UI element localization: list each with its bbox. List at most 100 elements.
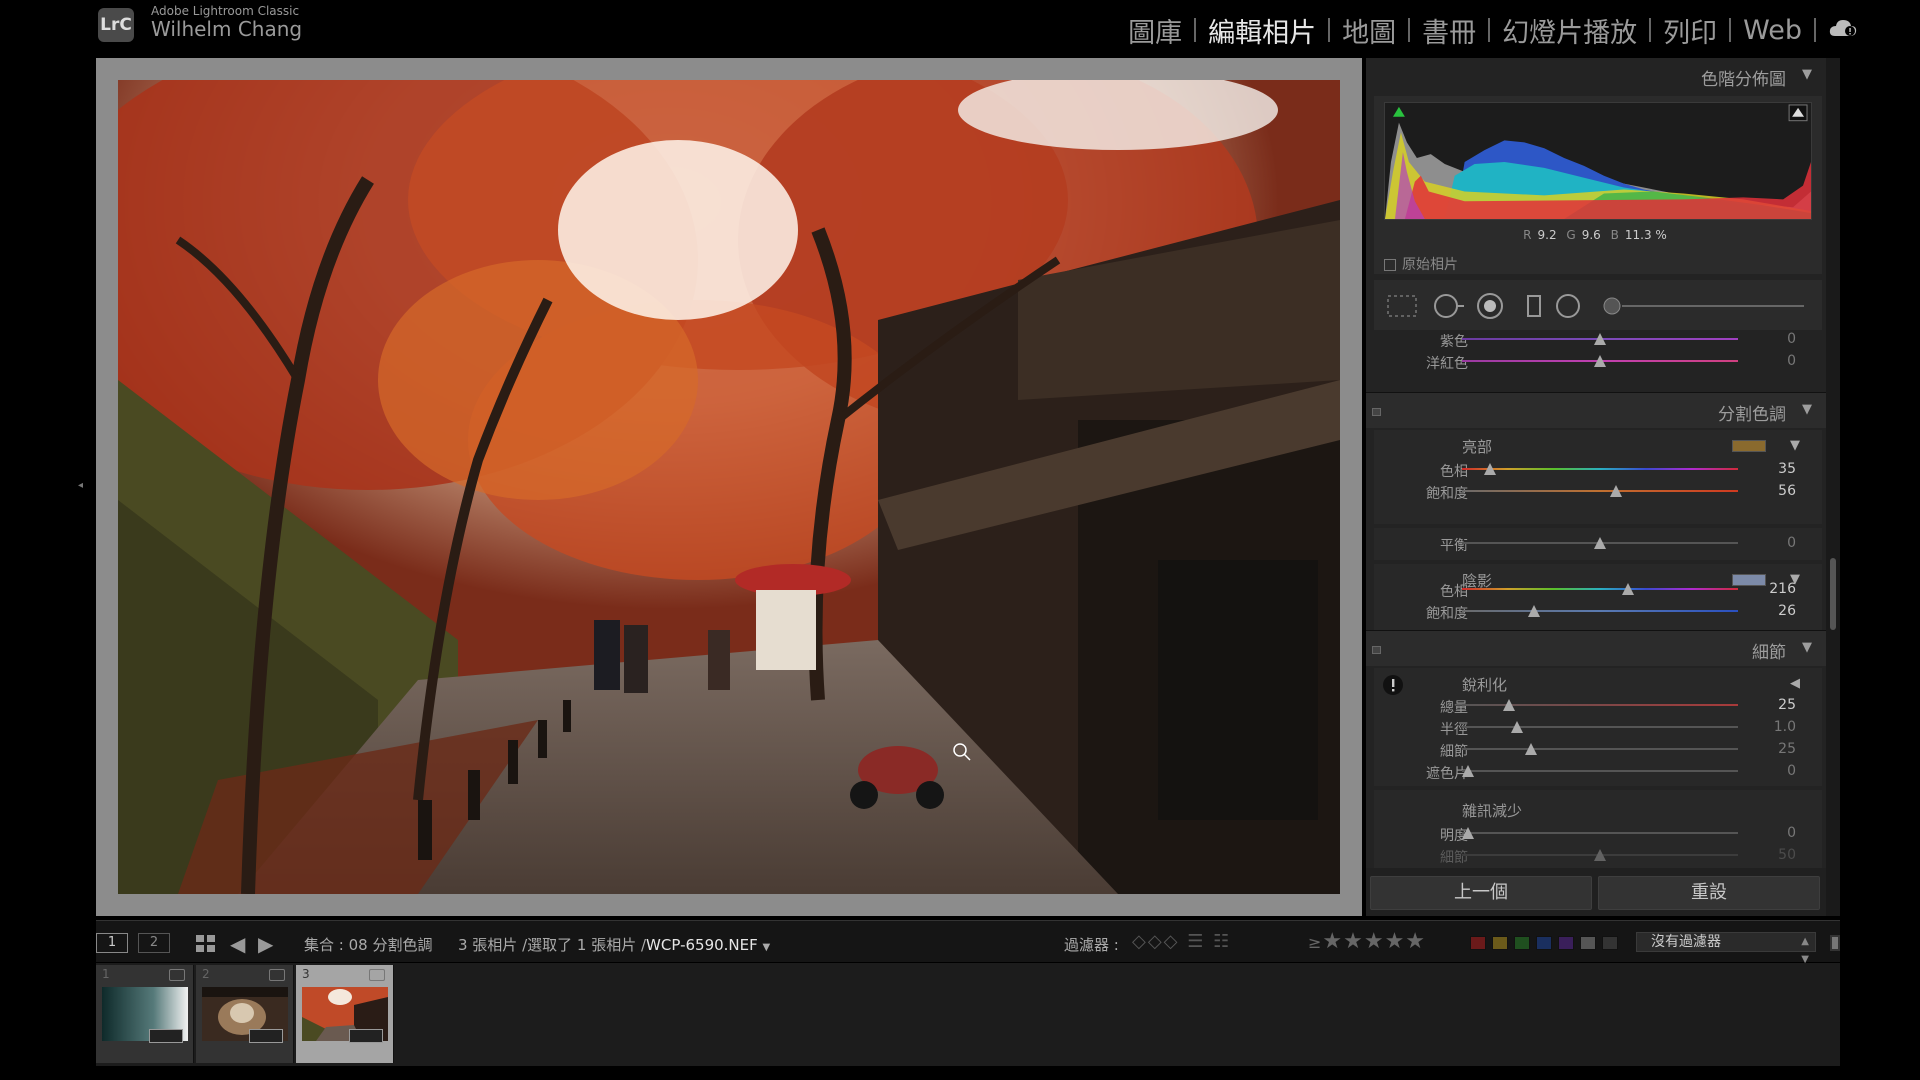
- module-print[interactable]: 列印: [1651, 11, 1729, 50]
- filmstrip-cell[interactable]: 1: [96, 965, 194, 1063]
- rating-filter[interactable]: ≥★★★★★: [1308, 929, 1426, 954]
- primary-window-button[interactable]: 1: [96, 933, 128, 953]
- red-eye-icon[interactable]: [1477, 293, 1503, 319]
- histogram-graph[interactable]: [1384, 102, 1812, 220]
- slider-track[interactable]: [1462, 770, 1738, 772]
- secondary-window-button[interactable]: 2: [138, 933, 170, 953]
- collapse-triangle-icon[interactable]: ▼: [1802, 402, 1812, 417]
- sharpen-amount-row[interactable]: 總量 25: [1366, 694, 1826, 716]
- cloud-sync-icon[interactable]: [1828, 18, 1858, 38]
- slider-knob[interactable]: [1594, 849, 1606, 861]
- panel-toggle-switch[interactable]: [1372, 408, 1381, 416]
- current-filename[interactable]: WCP-6590.NEF: [646, 936, 758, 954]
- collection-source[interactable]: 集合 : 08 分割色調: [304, 934, 432, 955]
- shadows-saturation-row[interactable]: 飽和度 26: [1366, 600, 1826, 622]
- panel-toggle-switch[interactable]: [1372, 646, 1381, 654]
- color-picker-triangle-icon[interactable]: ▼: [1790, 438, 1800, 453]
- next-photo-arrow-icon[interactable]: ▶: [258, 932, 273, 956]
- purple-label-filter[interactable]: [1558, 936, 1574, 950]
- slider-track[interactable]: [1462, 588, 1738, 590]
- warning-icon[interactable]: [1382, 674, 1404, 696]
- module-develop[interactable]: 編輯相片: [1196, 11, 1328, 50]
- slider-knob[interactable]: [1462, 765, 1474, 777]
- identity-plate[interactable]: Wilhelm Chang: [151, 17, 302, 41]
- slider-value[interactable]: 25: [1778, 697, 1796, 713]
- slider-value[interactable]: 0: [1787, 331, 1796, 347]
- collapse-triangle-icon[interactable]: ▼: [1802, 640, 1812, 655]
- blue-label-filter[interactable]: [1536, 936, 1552, 950]
- sharpen-masking-row[interactable]: 遮色片 0: [1366, 760, 1826, 782]
- slider-value[interactable]: 50: [1778, 847, 1796, 863]
- highlights-hue-row[interactable]: 色相 35: [1366, 458, 1826, 480]
- slider-knob[interactable]: [1528, 605, 1540, 617]
- grid-view-icon[interactable]: [196, 935, 216, 953]
- slider-value[interactable]: 35: [1778, 461, 1796, 477]
- slider-value[interactable]: 216: [1769, 581, 1796, 597]
- slider-track[interactable]: [1462, 832, 1738, 834]
- slider-value[interactable]: 0: [1787, 535, 1796, 551]
- histogram-header[interactable]: 色階分佈圖 ▼: [1366, 58, 1826, 94]
- luminance-nr-row[interactable]: 明度 0: [1366, 822, 1826, 844]
- slider-knob[interactable]: [1525, 743, 1537, 755]
- previous-photo-arrow-icon[interactable]: ◀: [230, 932, 245, 956]
- module-map[interactable]: 地圖: [1330, 11, 1408, 50]
- filter-preset-select[interactable]: 沒有過濾器 ▲ ▼: [1636, 932, 1816, 965]
- reset-button[interactable]: 重設: [1598, 876, 1820, 910]
- adjustment-brush-icon[interactable]: [1603, 297, 1804, 315]
- custom-label-filter[interactable]: [1580, 936, 1596, 950]
- highlights-saturation-row[interactable]: 飽和度 56: [1366, 480, 1826, 502]
- filmstrip-cell[interactable]: 2: [196, 965, 294, 1063]
- slider-track[interactable]: [1462, 748, 1738, 750]
- slider-track[interactable]: [1462, 610, 1738, 612]
- filmstrip-cell-selected[interactable]: 3: [296, 965, 394, 1063]
- slider-knob[interactable]: [1594, 333, 1606, 345]
- hsl-row-magenta[interactable]: 洋紅色 0: [1366, 350, 1826, 372]
- module-library[interactable]: 圖庫: [1116, 11, 1194, 50]
- slider-knob[interactable]: [1462, 827, 1474, 839]
- balance-row[interactable]: 平衡 0: [1366, 532, 1826, 554]
- left-panel-toggle-icon[interactable]: ◂: [78, 480, 86, 496]
- panel-scrollbar[interactable]: [1826, 58, 1840, 916]
- green-label-filter[interactable]: [1514, 936, 1530, 950]
- collapse-triangle-icon[interactable]: ▼: [1802, 67, 1812, 82]
- slider-knob[interactable]: [1610, 485, 1622, 497]
- graduated-filter-icon[interactable]: [1527, 295, 1541, 317]
- slider-track[interactable]: [1462, 468, 1738, 470]
- module-slideshow[interactable]: 幻燈片播放: [1490, 11, 1649, 50]
- original-photo-checkbox[interactable]: [1384, 259, 1396, 271]
- photo-count-info[interactable]: 3 張相片 /選取了 1 張相片 /WCP-6590.NEF ▼: [458, 934, 770, 955]
- slider-value[interactable]: 1.0: [1774, 719, 1796, 735]
- previous-button[interactable]: 上一個: [1370, 876, 1592, 910]
- radial-filter-icon[interactable]: [1556, 294, 1580, 318]
- slider-knob[interactable]: [1511, 721, 1523, 733]
- no-label-filter[interactable]: [1602, 936, 1618, 950]
- slider-value[interactable]: 25: [1778, 741, 1796, 757]
- sharpen-radius-row[interactable]: 半徑 1.0: [1366, 716, 1826, 738]
- shadows-hue-row[interactable]: 色相 216: [1366, 578, 1826, 600]
- spot-removal-icon[interactable]: [1434, 294, 1464, 318]
- slider-value[interactable]: 0: [1787, 825, 1796, 841]
- module-web[interactable]: Web: [1731, 15, 1814, 46]
- luminance-detail-row[interactable]: 細節 50: [1366, 844, 1826, 866]
- slider-value[interactable]: 26: [1778, 603, 1796, 619]
- slider-track[interactable]: [1462, 726, 1738, 728]
- slider-knob[interactable]: [1484, 463, 1496, 475]
- slider-knob[interactable]: [1594, 537, 1606, 549]
- slider-value[interactable]: 56: [1778, 483, 1796, 499]
- red-label-filter[interactable]: [1470, 936, 1486, 950]
- highlights-color-swatch[interactable]: [1732, 440, 1766, 452]
- filename-dropdown-icon[interactable]: ▼: [763, 942, 771, 953]
- slider-track[interactable]: [1462, 490, 1738, 492]
- slider-value[interactable]: 0: [1787, 763, 1796, 779]
- crop-overlay-icon[interactable]: [1387, 295, 1417, 317]
- split-toning-header[interactable]: 分割色調 ▼: [1366, 392, 1826, 428]
- slider-value[interactable]: 0: [1787, 353, 1796, 369]
- expand-triangle-icon[interactable]: ◀: [1790, 676, 1800, 691]
- slider-knob[interactable]: [1622, 583, 1634, 595]
- scrollbar-thumb[interactable]: [1830, 558, 1836, 630]
- rating-stars[interactable]: ★★★★★: [1322, 929, 1426, 954]
- slider-knob[interactable]: [1594, 355, 1606, 367]
- yellow-label-filter[interactable]: [1492, 936, 1508, 950]
- hsl-row-purple[interactable]: 紫色 0: [1366, 328, 1826, 350]
- main-photo[interactable]: [118, 80, 1340, 894]
